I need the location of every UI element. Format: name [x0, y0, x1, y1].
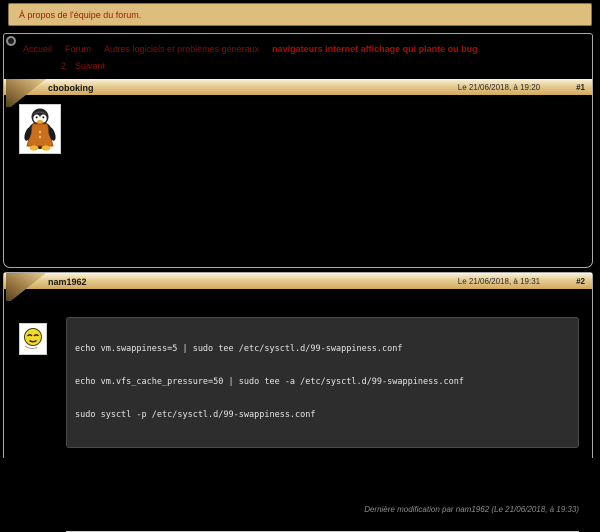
smiley-icon	[22, 326, 44, 352]
announcement-link[interactable]: À propos de l'équipe du forum.	[19, 10, 141, 20]
tux-penguin-avatar	[19, 104, 61, 154]
breadcrumb-link-forum[interactable]: Forum	[65, 44, 91, 54]
post-1-number-link[interactable]: #1	[576, 83, 585, 92]
post-2-number-link[interactable]: #2	[576, 277, 585, 286]
code-line: echo vm.vfs_cache_pressure=50 | sudo tee…	[75, 377, 570, 388]
announcement-banner: À propos de l'équipe du forum.	[8, 3, 592, 26]
pagination-next-link[interactable]: Suivant	[75, 61, 105, 71]
post-1-date: Le 21/06/2018, à 19:20	[458, 83, 540, 92]
topic-feed-icon[interactable]	[6, 36, 16, 46]
post-2: nam1962 Le 21/06/2018, à 19:31 #2 echo v…	[3, 272, 593, 458]
breadcrumb-link-accueil[interactable]: Accueil	[23, 44, 52, 54]
post-2-body: echo vm.swappiness=5 | sudo tee /etc/sys…	[4, 317, 592, 532]
folded-corner-icon	[6, 273, 46, 301]
code-block: echo vm.swappiness=5 | sudo tee /etc/sys…	[66, 317, 579, 448]
post-1-author: cboboking	[48, 83, 94, 93]
post-1-body	[4, 95, 592, 267]
post-2-date: Le 21/06/2018, à 19:31	[458, 277, 540, 286]
last-edited-note: Dernière modification par nam1962 (Le 21…	[4, 505, 579, 514]
breadcrumb: Accueil Forum Autres logiciels et problè…	[4, 34, 592, 54]
pagination-page-2-link[interactable]: 2	[61, 61, 66, 71]
post-2-header: nam1962 Le 21/06/2018, à 19:31 #2	[4, 273, 592, 289]
post-2-author: nam1962	[48, 277, 87, 287]
tux-penguin-icon	[22, 107, 58, 151]
breadcrumb-link-category[interactable]: Autres logiciels et problèmes généraux	[104, 44, 259, 54]
post-1: cboboking Le 21/06/2018, à 19:20 #1	[4, 79, 592, 267]
cool-smiley-avatar	[19, 323, 47, 355]
post-1-header: cboboking Le 21/06/2018, à 19:20 #1	[4, 79, 592, 95]
pagination: 2 Suivant	[61, 61, 592, 71]
breadcrumb-current-topic: navigateurs internet affichage qui plant…	[272, 44, 478, 54]
code-line: echo vm.swappiness=5 | sudo tee /etc/sys…	[75, 344, 570, 355]
topic-container: Accueil Forum Autres logiciels et problè…	[3, 33, 593, 268]
code-line: sudo sysctl -p /etc/sysctl.d/99-swappine…	[75, 410, 570, 421]
